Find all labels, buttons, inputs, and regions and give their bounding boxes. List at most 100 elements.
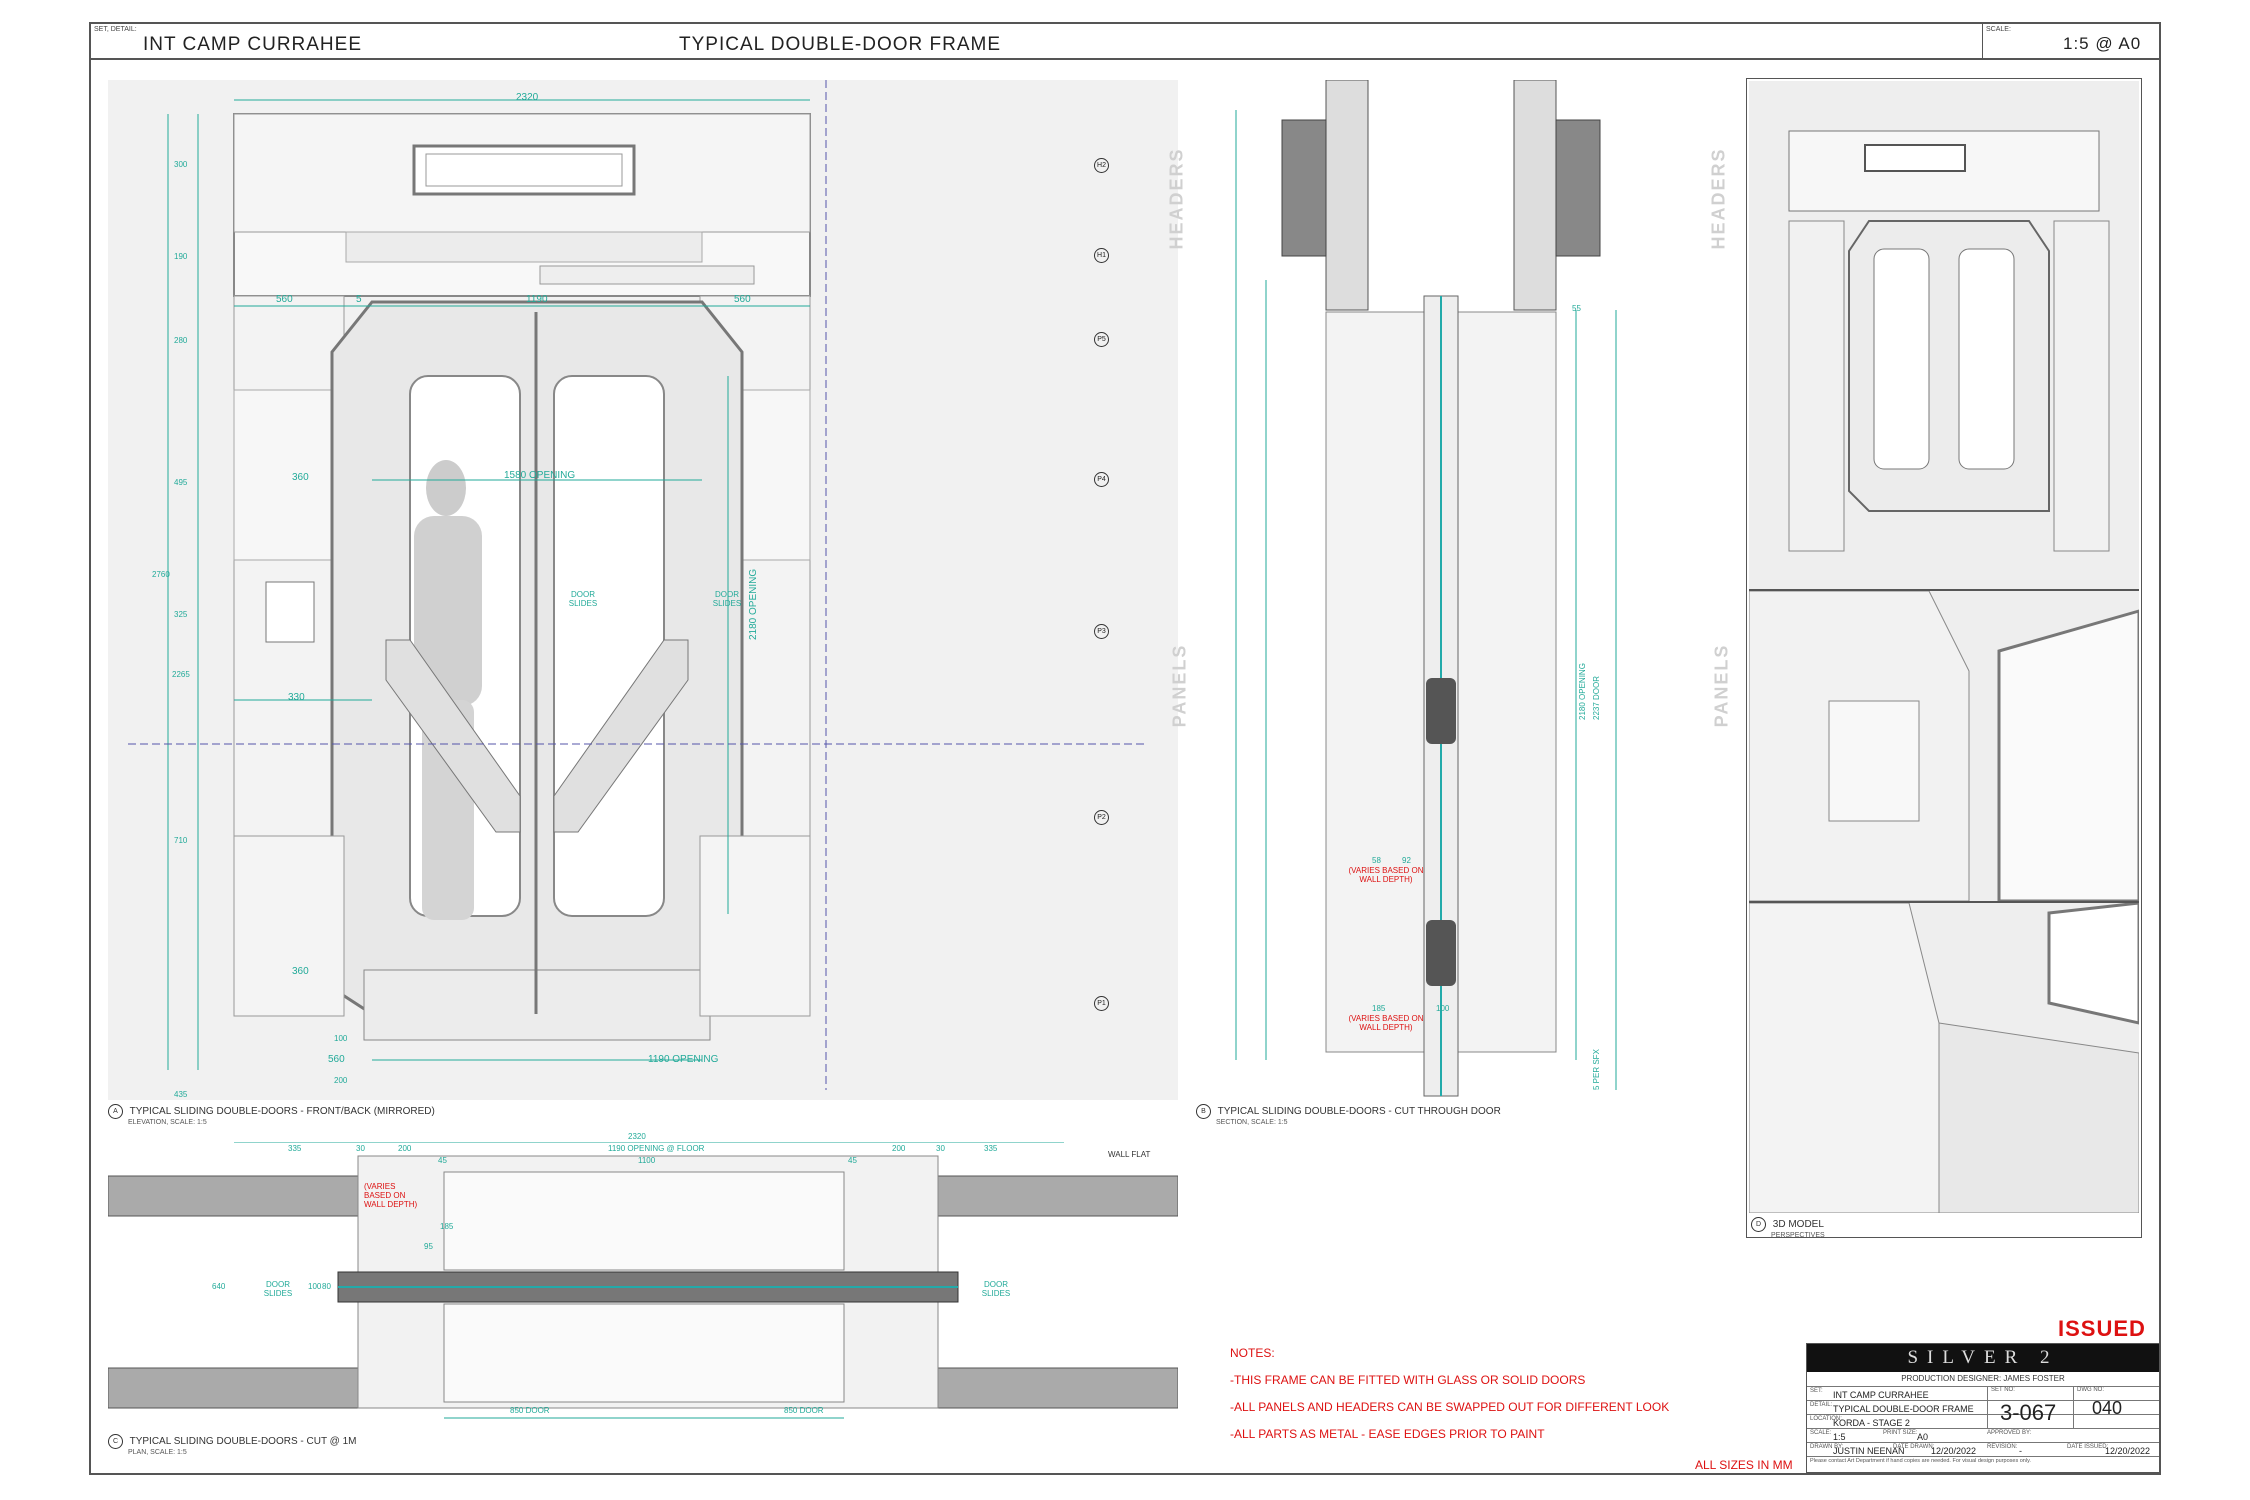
dim-lower-left: 330 — [288, 692, 305, 703]
dim-gap: 5 — [356, 294, 362, 305]
section-view: 2180 OPENING 2237 DOOR 5 PER SFX 55 58 9… — [1196, 80, 1751, 1100]
headers-side-label-elev: HEADERS — [1166, 147, 1187, 250]
section-caption: B TYPICAL SLIDING DOUBLE-DOORS - CUT THR… — [1196, 1104, 1501, 1126]
elevation-view: 2320 560 1190 560 5 1580 OPENING 360 330… — [108, 80, 1178, 1161]
tb-setno-key: SET NO: — [1991, 1387, 2015, 1393]
caption-id: C — [108, 1434, 123, 1449]
tb-scale-val: 1:5 — [1833, 1432, 1846, 1442]
panels-side-label: PANELS — [1711, 643, 1732, 728]
plan-dim-floor: 1190 OPENING @ FLOOR — [608, 1144, 705, 1153]
sec-dim-c: 92 — [1402, 856, 1411, 865]
plan-door-slides-left: DOOR SLIDES — [263, 1280, 293, 1298]
caption-sub: PLAN, SCALE: 1:5 — [128, 1449, 187, 1456]
elevation-caption: A TYPICAL SLIDING DOUBLE-DOORS - FRONT/B… — [108, 1104, 435, 1126]
dim-glass-opening: 1580 OPENING — [504, 470, 576, 481]
scale-value: 1:5 @ A0 — [2063, 34, 2142, 53]
tb-setno-box: SET NO: 3-067 — [1987, 1386, 2074, 1428]
plan-dim-left-c: 200 — [398, 1144, 412, 1153]
plan-dim-small-b: 45 — [848, 1156, 857, 1165]
plan-dim-door-right: 850 DOOR — [784, 1406, 824, 1415]
caption-title: 3D MODEL — [1772, 1219, 1824, 1231]
dim-opening-top: 1190 — [526, 294, 548, 305]
sec-dim-per-sfx: 5 PER SFX — [1592, 1049, 1601, 1090]
dim-bottom-left: 360 — [292, 966, 309, 977]
model-caption: D 3D MODEL PERSPECTIVES — [1751, 1217, 1825, 1239]
height-dim: 495 — [174, 478, 188, 487]
sec-note-a: (VARIES BASED ON WALL DEPTH) — [1348, 866, 1424, 884]
height-dim: 100 — [334, 1034, 348, 1043]
headers-side-label: HEADERS — [1708, 147, 1729, 250]
tb-set-val: INT CAMP CURRAHEE — [1833, 1390, 1929, 1400]
marker-h2: H2 — [1094, 158, 1109, 173]
dim-left-panel: 560 — [276, 294, 293, 305]
scale-cell: SCALE: 1:5 @ A0 — [1983, 24, 2159, 58]
tb-row-scale: SCALE: 1:5 PRINT SIZE: A0 APPROVED BY: — [1807, 1428, 2159, 1442]
marker-p3: P3 — [1094, 624, 1109, 639]
sheet-header: SET, DETAIL: INT CAMP CURRAHEE TYPICAL D… — [91, 24, 2159, 60]
plan-dim-gap-c: 95 — [424, 1242, 433, 1251]
caption-sub: SECTION, SCALE: 1:5 — [1216, 1119, 1288, 1126]
height-dim: 710 — [174, 836, 188, 845]
tb-footer: Please contact Art Department if hand co… — [1810, 1458, 2031, 1464]
tb-dwgno-val: 040 — [2092, 1398, 2123, 1418]
section-drawing — [1235, 80, 1617, 1097]
tb-issued-key: DATE ISSUED: — [2067, 1444, 2109, 1450]
tb-location-val: KORDA - STAGE 2 — [1833, 1418, 1910, 1428]
set-label: SET, DETAIL: — [94, 26, 137, 33]
sec-note-b: (VARIES BASED ON WALL DEPTH) — [1348, 1014, 1424, 1032]
perspective-1 — [1749, 81, 2139, 591]
plan-dim-gap-a: 100 — [308, 1282, 322, 1291]
plan-dim-door-left: 850 DOOR — [510, 1406, 550, 1415]
marker-p4: P4 — [1094, 472, 1109, 487]
label-door-slides-right: DOOR SLIDES — [712, 590, 742, 608]
notes-title: NOTES: — [1230, 1346, 1275, 1360]
tb-detail-val: TYPICAL DOUBLE-DOOR FRAME — [1833, 1404, 1974, 1414]
perspective-2-drawing — [1748, 590, 2141, 903]
model-views: D 3D MODEL PERSPECTIVES — [1746, 78, 2142, 1239]
marker-p5: P5 — [1094, 332, 1109, 347]
perspective-1-drawing — [1788, 130, 2110, 552]
dim-right-panel: 560 — [734, 294, 751, 305]
level-markers: H2 H1 P5 P4 P3 P2 P1 — [1094, 158, 1114, 1108]
height-dim: 200 — [334, 1076, 348, 1085]
height-dim: 325 — [174, 610, 188, 619]
tb-approved-key: APPROVED BY: — [1987, 1430, 2032, 1436]
height-dims: 300 190 280 495 325 2760 2265 710 100 20… — [152, 160, 347, 1161]
caption-title: TYPICAL SLIDING DOUBLE-DOORS - FRONT/BAC… — [129, 1106, 435, 1118]
tb-dwgno-key: DWG NO: — [2077, 1387, 2104, 1393]
plan-dim-gap-d: 185 — [440, 1222, 454, 1231]
sec-dim-d: 185 — [1372, 1004, 1386, 1013]
plan-dim-depth: 640 — [212, 1282, 226, 1291]
perspective-3 — [1748, 901, 2141, 1214]
tb-setno-val: 3-067 — [2000, 1400, 2057, 1425]
perspective-3-drawing — [1748, 901, 2141, 1214]
tb-scale-key: SCALE: — [1810, 1430, 1832, 1436]
height-dim: 2265 — [172, 670, 190, 679]
plan-dim-inner: 1100 — [638, 1156, 656, 1165]
elevation-drawing — [128, 80, 1148, 1090]
tb-row-drawn: DRAWN BY: JUSTIN NEENAN DATE DRAWN: 12/2… — [1807, 1442, 2159, 1456]
tb-date-key: DATE DRAWN: — [1893, 1444, 1935, 1450]
plan-note: (VARIES BASED ON WALL DEPTH) — [364, 1182, 418, 1209]
sec-dim-opening: 2180 OPENING — [1578, 663, 1587, 720]
plan-dim-overall: 2320 — [628, 1132, 646, 1141]
tb-print-val: A0 — [1917, 1432, 1929, 1442]
caption-sub: PERSPECTIVES — [1771, 1232, 1825, 1239]
plan-dim-right-a: 200 — [892, 1144, 906, 1153]
caption-title: TYPICAL SLIDING DOUBLE-DOORS - CUT @ 1M — [129, 1436, 357, 1448]
dim-bottom-opening: 1190 OPENING — [648, 1054, 719, 1065]
caption-id: B — [1196, 1104, 1211, 1119]
marker-p1: P1 — [1094, 996, 1109, 1011]
production-logo: SILVER 2 — [1807, 1344, 2159, 1372]
caption-id: D — [1751, 1217, 1766, 1232]
caption-id: A — [108, 1104, 123, 1119]
sec-dim-a: 55 — [1572, 304, 1581, 313]
issued-stamp: ISSUED — [2058, 1316, 2146, 1341]
production-designer: PRODUCTION DESIGNER: JAMES FOSTER — [1901, 1374, 2065, 1383]
dim-overall: 2320 — [516, 92, 539, 103]
tb-detail-key: DETAIL: — [1810, 1402, 1833, 1408]
plan-dim-small-a: 45 — [438, 1156, 447, 1165]
plan-dim-right-c: 335 — [984, 1144, 998, 1153]
tb-date-val: 12/20/2022 — [1931, 1446, 1977, 1456]
plan-wall-flat: WALL FLAT — [1108, 1150, 1151, 1159]
